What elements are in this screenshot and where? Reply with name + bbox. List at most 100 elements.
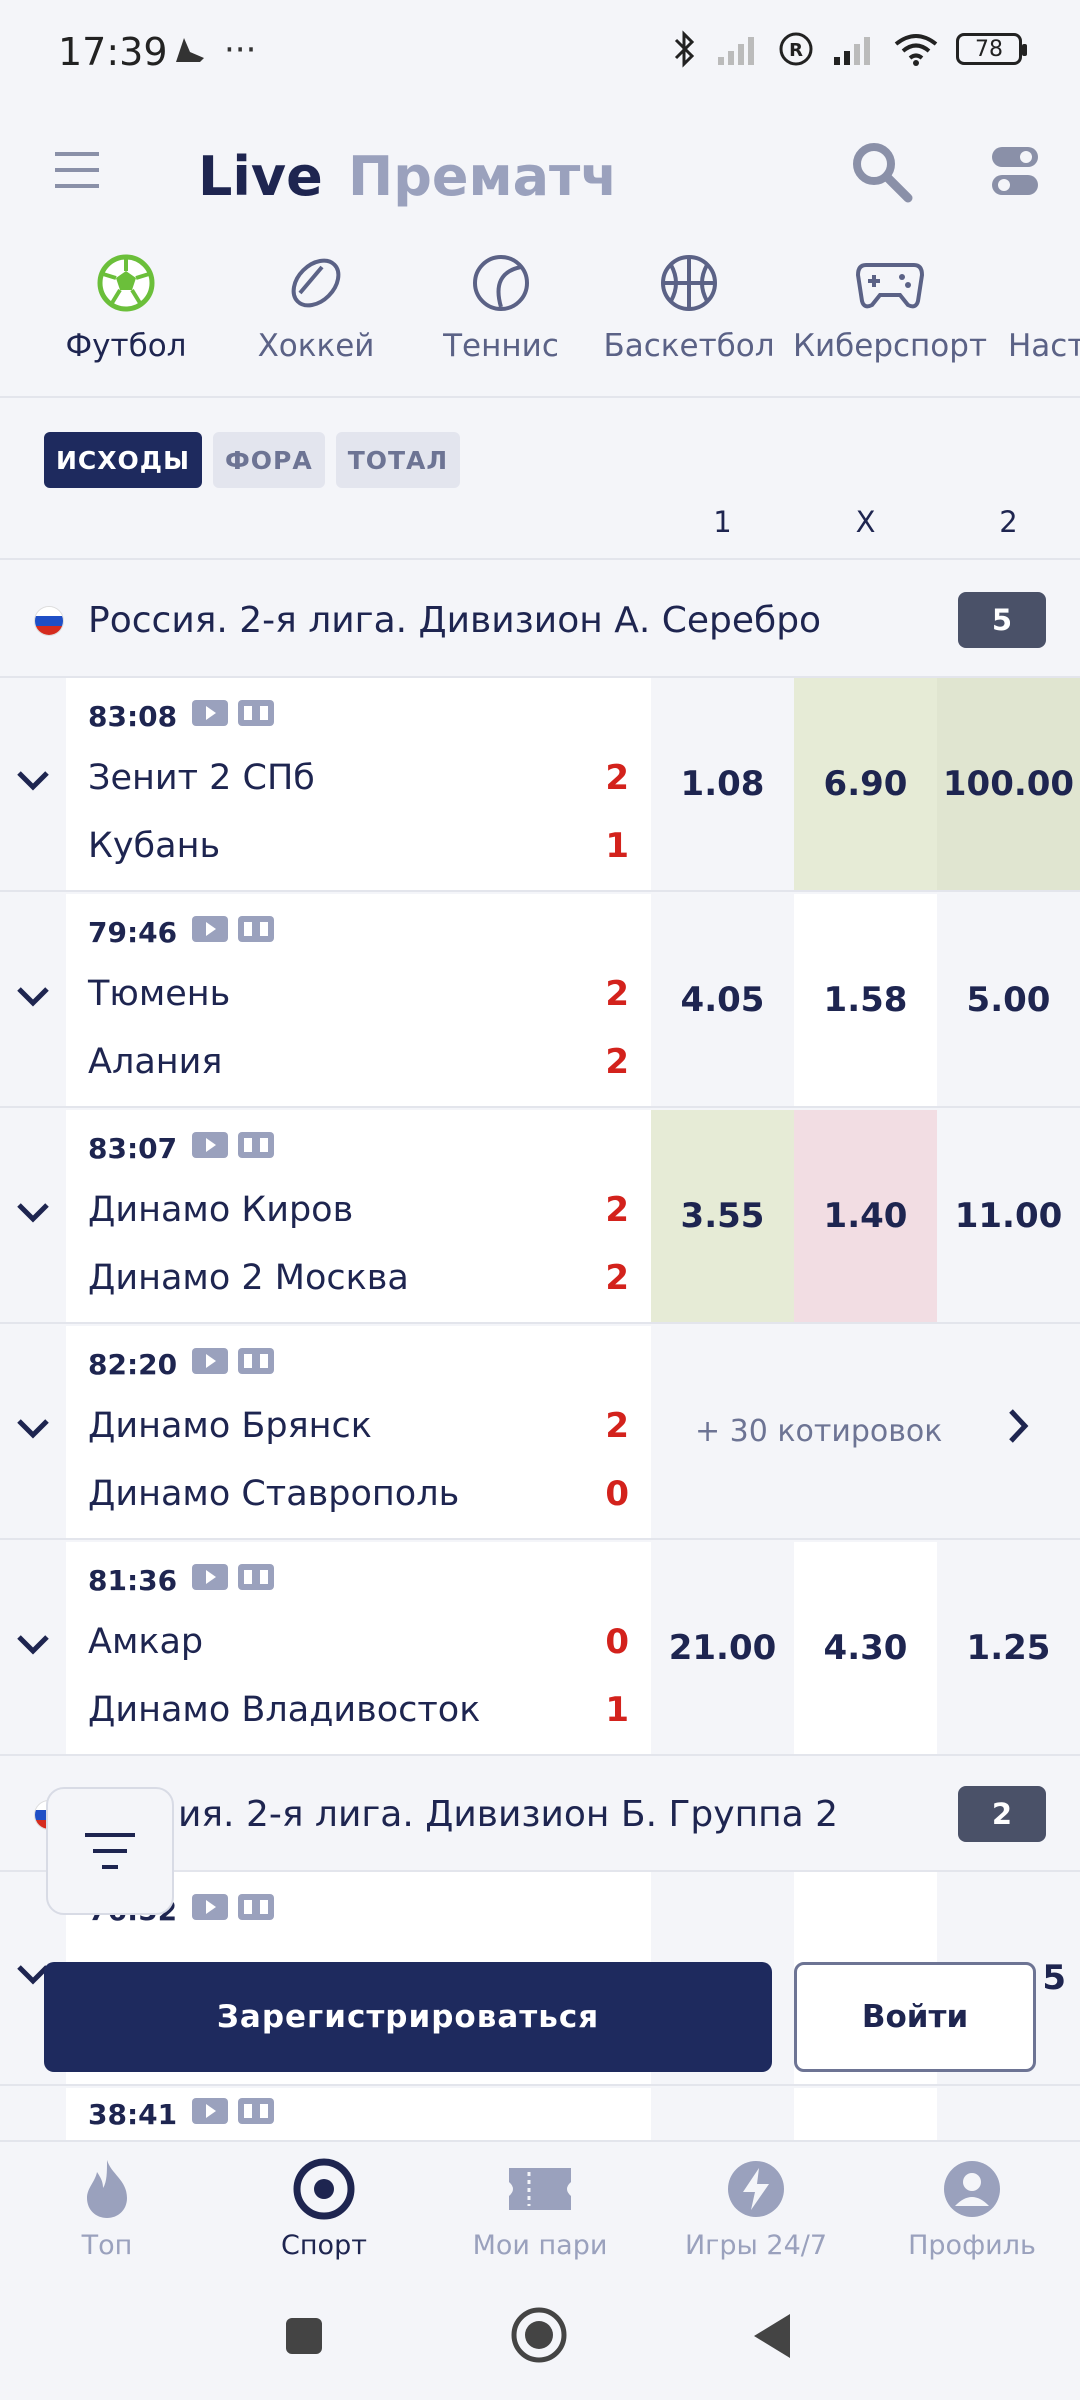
more-markets-label: + 30 котировок [695,1414,943,1449]
tab-live[interactable]: Live [198,145,323,208]
score-away: 1 [605,1690,629,1730]
sport-label: Футбол [65,328,187,364]
odd-x[interactable]: 1.40 [794,1110,937,1322]
sport-tab-basketball[interactable]: Баскетбол [598,248,780,364]
app-notification-icon [176,38,204,62]
odd-2[interactable]: 11.00 [937,1110,1080,1322]
odd-x[interactable]: 4.30 [794,1542,937,1754]
nav-item-my-bets[interactable]: Мои пари [440,2154,640,2261]
match-time: 82:20 [88,1348,178,1381]
sport-tab-esports[interactable]: Киберспорт [790,248,990,364]
sport-tab-football[interactable]: Футбол [60,248,192,364]
login-button[interactable]: Войти [794,1962,1036,2072]
video-icon [192,2098,228,2124]
score-home: 2 [605,974,629,1014]
match-info[interactable]: 38:41 [66,2088,651,2140]
odd-x[interactable] [794,2088,937,2140]
nav-item-profile[interactable]: Профиль [872,2154,1072,2261]
chevron-down-icon[interactable] [16,1632,50,1656]
status-bar: 17:39 ··· R 78 [0,0,1080,110]
settings-toggle-icon[interactable] [990,145,1040,197]
odd-2[interactable]: 5.00 [937,894,1080,1106]
odd-1[interactable] [651,2088,794,2140]
odd-x[interactable]: 1.58 [794,894,937,1106]
sport-tab-hockey[interactable]: Хоккей [250,248,382,364]
sport-label: Теннис [443,328,559,364]
filter-total[interactable]: ТОТАЛ [335,432,461,488]
system-nav-bar [0,2276,1080,2400]
sport-tab-more[interactable]: Наст [1008,248,1080,364]
tracker-icon [238,1348,274,1374]
lightning-icon [728,2161,784,2217]
bluetooth-icon [674,30,695,68]
match-row[interactable]: 38:41 [0,2088,1080,2140]
sport-label: Наст [1008,328,1080,364]
odd-x[interactable]: 6.90 [794,678,937,890]
gamepad-icon [856,263,924,309]
search-icon[interactable] [850,140,914,204]
nav-label: Топ [81,2230,133,2261]
odd-1[interactable]: 21.00 [651,1542,794,1754]
match-info[interactable]: 83:07 Динамо Киров 2 Динамо 2 Москва 2 [66,1110,651,1322]
tracker-icon [238,700,274,726]
league-header[interactable]: Россия. 2-я лига. Дивизион А. Серебро 5 [0,564,1080,678]
video-icon [192,700,228,726]
odd-1[interactable]: 3.55 [651,1110,794,1322]
match-info[interactable]: 79:46 Тюмень 2 Алания 2 [66,894,651,1106]
back-icon[interactable] [752,2312,792,2360]
odd-2[interactable] [937,2088,1080,2140]
score-home: 2 [605,758,629,798]
score-away: 2 [605,1042,629,1082]
home-icon[interactable] [510,2306,568,2364]
chevron-down-icon[interactable] [16,1416,50,1440]
league-name: ия. 2-я лига. Дивизион Б. Группа 2 [178,1794,839,1835]
column-header-x: X [855,505,876,539]
signal-icon [718,37,754,65]
score-away: 1 [605,826,629,866]
filter-handicap[interactable]: ФОРА [212,432,325,488]
video-icon [192,916,228,942]
more-markets-button[interactable]: + 30 котировок [651,1326,1080,1538]
status-system-icons: R 78 [672,30,1027,68]
chevron-down-icon[interactable] [16,1200,50,1224]
chevron-down-icon[interactable] [16,984,50,1008]
match-time: 83:08 [88,700,178,733]
odd-1[interactable]: 1.08 [651,678,794,890]
odd-2[interactable]: 1.25 [937,1542,1080,1754]
match-time: 81:36 [88,1564,178,1597]
sport-tab-tennis[interactable]: Теннис [435,248,567,364]
league-match-count: 5 [958,592,1046,648]
filter-outcomes[interactable]: ИСХОДЫ [44,432,202,488]
ticket-icon [509,2168,571,2210]
odd-1[interactable]: 4.05 [651,894,794,1106]
team-away: Динамо Владивосток [88,1690,481,1730]
recent-apps-icon[interactable] [284,2316,324,2356]
sport-label: Хоккей [257,328,375,364]
team-away: Динамо 2 Москва [88,1258,409,1298]
match-row[interactable]: 83:07 Динамо Киров 2 Динамо 2 Москва 2 3… [0,1110,1080,1324]
match-row[interactable]: 81:36 Амкар 0 Динамо Владивосток 1 21.00… [0,1542,1080,1756]
odd-2[interactable]: 100.00 [937,678,1080,890]
chevron-down-icon[interactable] [16,768,50,792]
match-row[interactable]: 79:46 Тюмень 2 Алания 2 4.05 1.58 5.00 [0,894,1080,1108]
filter-fab-button[interactable] [46,1787,174,1915]
match-info[interactable]: 82:20 Динамо Брянск 2 Динамо Ставрополь … [66,1326,651,1538]
tracker-icon [238,1132,274,1158]
register-button[interactable]: Зарегистрироваться [44,1962,772,2072]
hamburger-menu-icon[interactable] [55,150,99,190]
match-row[interactable]: 83:08 Зенит 2 СПб 2 Кубань 1 1.08 6.90 1… [0,678,1080,892]
score-home: 2 [605,1190,629,1230]
match-info[interactable]: 81:36 Амкар 0 Динамо Владивосток 1 [66,1542,651,1754]
nav-item-games[interactable]: Игры 24/7 [656,2154,856,2261]
nav-item-top[interactable]: Топ [7,2154,207,2261]
flame-icon [87,2160,127,2218]
tracker-icon [238,2098,274,2124]
match-row[interactable]: 82:20 Динамо Брянск 2 Динамо Ставрополь … [0,1326,1080,1540]
league-match-count: 2 [958,1786,1046,1842]
tab-prematch[interactable]: Прематч [348,145,617,208]
tennis-ball-icon [473,255,529,311]
match-info[interactable]: 83:08 Зенит 2 СПб 2 Кубань 1 [66,678,651,890]
nav-item-sport[interactable]: Спорт [224,2154,424,2261]
match-time: 38:41 [88,2098,178,2131]
chevron-right-icon [1009,1409,1029,1443]
